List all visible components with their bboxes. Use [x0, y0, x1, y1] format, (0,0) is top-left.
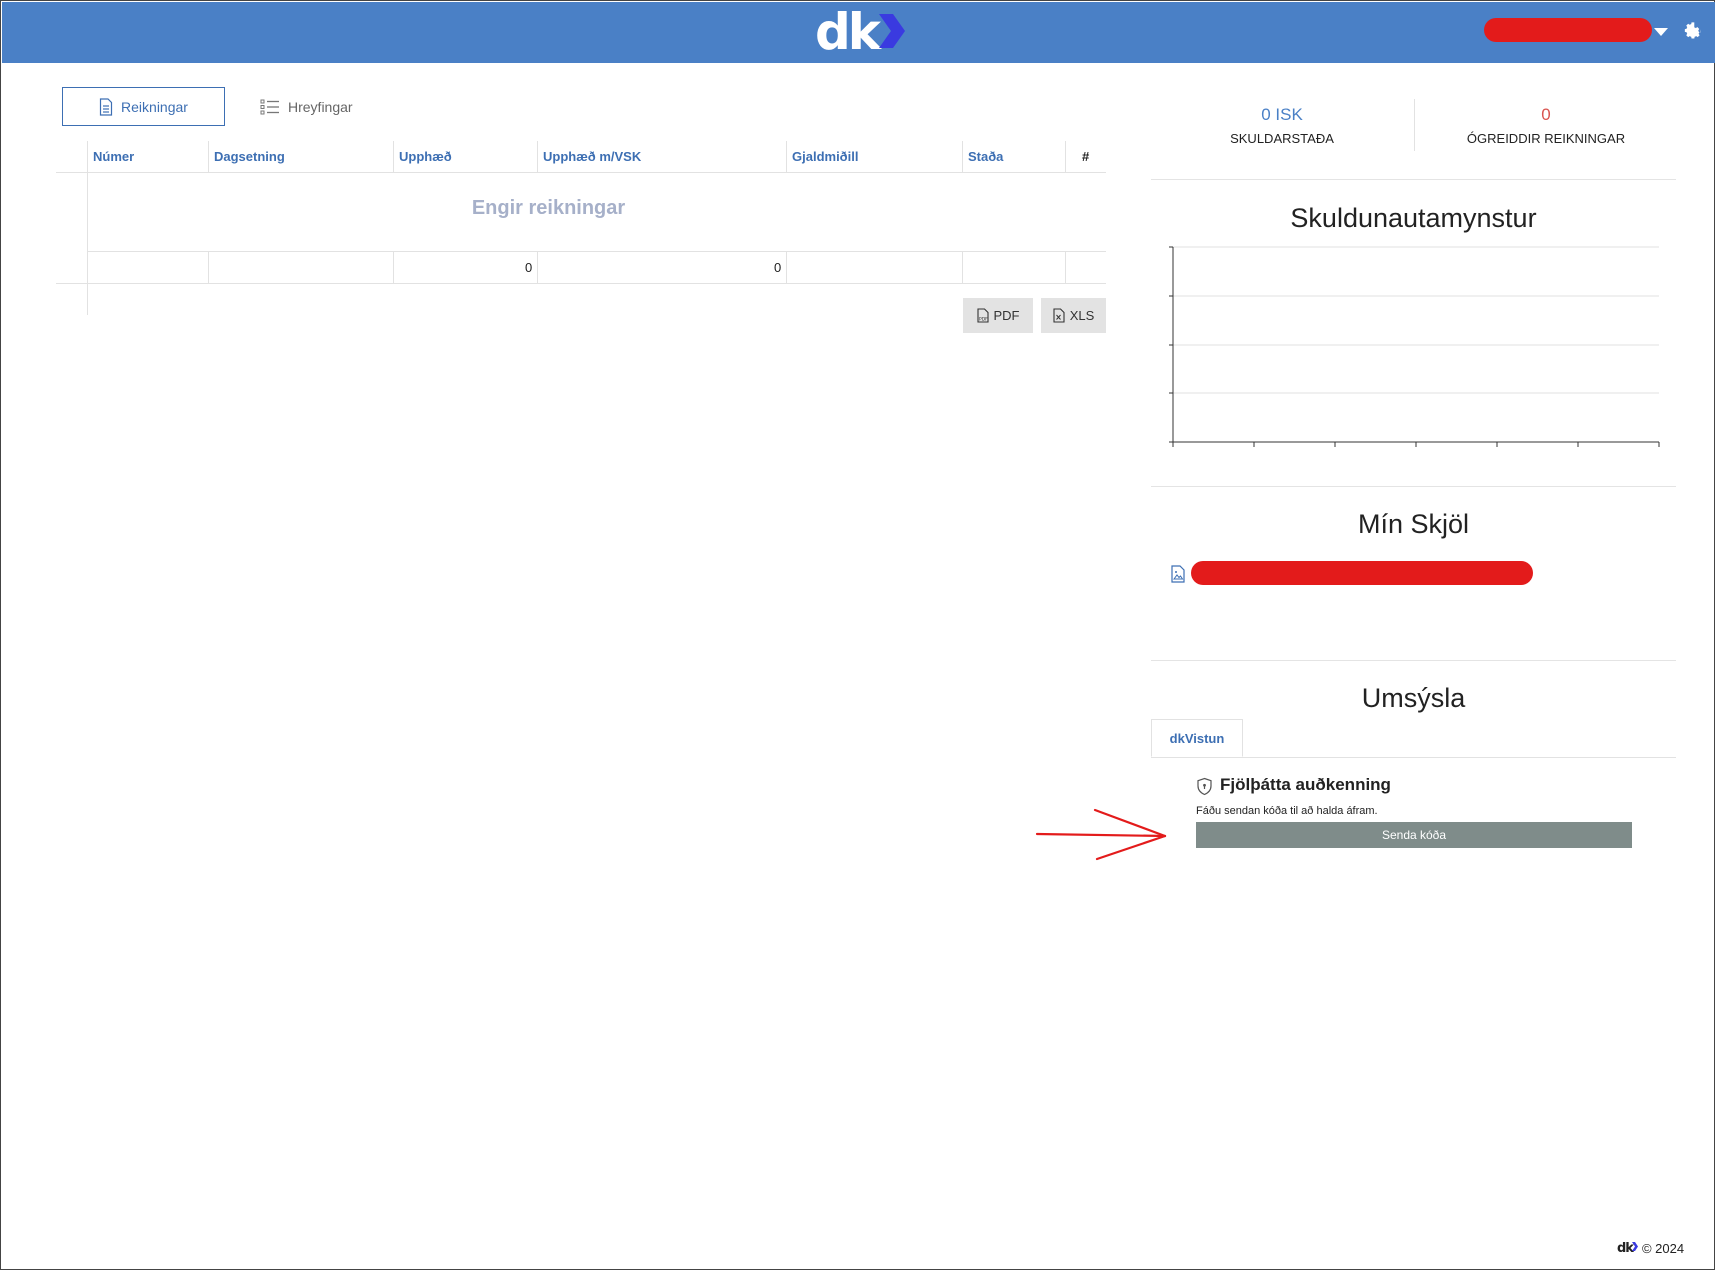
unpaid-invoices-value: 0 — [1541, 105, 1551, 124]
mfa-instructions: Fáðu sendan kóða til að halda áfram. — [1196, 805, 1378, 817]
export-xls-label: XLS — [1069, 308, 1095, 323]
column-header-amount[interactable]: Upphæð — [399, 149, 452, 164]
totals-divider — [786, 251, 787, 283]
footer: dk © 2024 — [1617, 1241, 1684, 1256]
tab-invoices[interactable]: Reikningar — [62, 87, 225, 126]
column-header-number[interactable]: Númer — [93, 149, 134, 164]
totals-divider — [962, 251, 963, 283]
export-pdf-button[interactable]: PDF PDF — [963, 298, 1033, 333]
pdf-file-icon: PDF — [976, 308, 989, 323]
image-file-icon[interactable] — [1171, 565, 1185, 583]
annotation-arrow — [1035, 808, 1167, 861]
svg-text:PDF: PDF — [979, 317, 988, 323]
column-header-amount-vat[interactable]: Upphæð m/VSK — [543, 149, 641, 164]
column-header-status[interactable]: Staða — [968, 149, 1003, 164]
section-separator — [1151, 660, 1676, 661]
excel-file-icon — [1053, 308, 1065, 323]
my-documents-title: Mín Skjöl — [1357, 509, 1470, 539]
column-divider — [537, 141, 538, 173]
debt-balance-label: SKULDARSTAÐA — [1230, 131, 1334, 146]
footer-logo-chevron-icon — [1631, 1241, 1638, 1251]
column-header-hash: # — [1082, 149, 1090, 164]
tab-dkvistun[interactable]: dkVistun — [1151, 719, 1243, 757]
user-name-redacted[interactable] — [1484, 18, 1652, 42]
column-divider — [962, 141, 963, 173]
app-frame: dk Reikningar Hreyfingar Númer Dagsetnin… — [0, 0, 1715, 1270]
list-icon — [260, 99, 279, 114]
debt-pattern-chart — [1169, 246, 1660, 447]
totals-divider — [87, 251, 88, 283]
debt-pattern-title: Skuldunautamynstur — [1290, 203, 1537, 233]
tab-invoices-label: Reikningar — [121, 98, 188, 115]
shield-icon — [1197, 777, 1212, 796]
top-navbar: dk — [2, 2, 1715, 63]
row-border-bottom — [56, 283, 1106, 284]
section-separator — [1151, 486, 1676, 487]
total-amount-vat: 0 — [774, 260, 782, 275]
totals-divider — [208, 251, 209, 283]
user-menu-caret-icon[interactable] — [1654, 28, 1668, 36]
row-border-top — [87, 251, 1106, 252]
totals-divider — [393, 251, 394, 283]
mfa-title: Fjölþátta auðkenning — [1220, 775, 1391, 794]
export-xls-button[interactable]: XLS — [1041, 298, 1106, 333]
send-code-button[interactable]: Senda kóða — [1196, 822, 1632, 848]
row-divider-left — [87, 173, 88, 315]
column-divider — [208, 141, 209, 173]
logo-text: dk — [815, 3, 881, 61]
debt-balance-value: 0 ISK — [1261, 105, 1303, 124]
column-divider — [786, 141, 787, 173]
invoice-icon — [99, 97, 113, 116]
tab-movements-label: Hreyfingar — [288, 98, 353, 115]
export-pdf-label: PDF — [993, 308, 1020, 323]
document-link-redacted[interactable] — [1191, 561, 1533, 585]
totals-divider — [537, 251, 538, 283]
unpaid-invoices-label: ÓGREIDDIR REIKNINGAR — [1466, 131, 1626, 146]
footer-logo: dk — [1617, 1241, 1634, 1256]
column-header-date[interactable]: Dagsetning — [214, 149, 285, 164]
column-divider — [393, 141, 394, 173]
table-header-row: Númer Dagsetning Upphæð Upphæð m/VSK Gja… — [56, 141, 1106, 173]
footer-copyright: © 2024 — [1641, 1241, 1685, 1256]
total-amount: 0 — [525, 260, 533, 275]
management-title: Umsýsla — [1361, 683, 1466, 713]
tab-movements[interactable]: Hreyfingar — [260, 87, 353, 126]
tab-strip-border — [1151, 757, 1676, 758]
column-divider — [1065, 141, 1066, 173]
totals-divider — [1065, 251, 1066, 283]
logo-chevron-icon — [879, 14, 905, 48]
gear-icon[interactable] — [1681, 20, 1703, 42]
column-header-currency[interactable]: Gjaldmiðill — [792, 149, 858, 164]
column-divider — [87, 141, 88, 173]
empty-table-message: Engir reikningar — [471, 197, 626, 219]
section-separator — [1151, 179, 1676, 180]
dk-logo[interactable]: dk — [815, 3, 905, 61]
